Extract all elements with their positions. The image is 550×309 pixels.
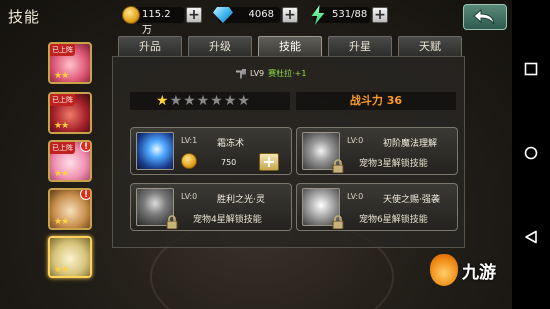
combat-power-value: 36 (386, 94, 403, 107)
fox-logo-icon (430, 254, 458, 286)
back-button[interactable] (463, 4, 507, 30)
pet-level: LV9 (250, 69, 265, 78)
skill-card-frost[interactable]: LV:1 霜冻术 750 + (130, 127, 292, 175)
pet-portrait-1[interactable]: 已上阵 ★★ (48, 42, 92, 84)
portrait-stars: ★★ (54, 121, 69, 131)
gems-counter: 4068 + (213, 6, 298, 24)
pet-portrait-2[interactable]: 已上阵 ★★ (48, 92, 92, 134)
alert-badge: ! (80, 142, 90, 152)
skill-level: LV:0 (181, 192, 198, 201)
tab-starup[interactable]: 升星 (328, 36, 392, 57)
skill-name: 初阶魔法理解 (383, 139, 438, 149)
add-stamina-button[interactable]: + (372, 7, 388, 23)
star-icon: ★ (156, 93, 169, 109)
magic-circle-skill-icon (302, 132, 344, 173)
star-icon: ★ (196, 93, 210, 109)
gold-coin-icon (181, 153, 197, 169)
top-bar: 技能 115.2万 + 4068 + 531/88 + (0, 0, 512, 36)
skill-unlock-requirement: 宠物4星解锁技能 (193, 215, 262, 225)
stamina-counter: 531/88 + (311, 5, 388, 25)
recent-apps-icon[interactable] (524, 62, 538, 76)
star-icon: ★ (169, 93, 183, 109)
skill-upgrade-cost: 750 (221, 158, 237, 167)
lock-icon (332, 215, 344, 229)
skill-card-victory-light[interactable]: LV:0 胜利之光·灵 宠物4星解锁技能 (130, 183, 292, 231)
watermark-text: 九游 (462, 262, 496, 283)
skill-card-angel-gift[interactable]: LV:0 天使之赐·强袭 宠物6星解锁技能 (296, 183, 458, 231)
pet-portrait-3[interactable]: 已上阵 ! ★★ (48, 140, 92, 182)
portrait-stars: ★★ (54, 169, 69, 179)
tab-talent[interactable]: 天赋 (398, 36, 462, 57)
gold-counter: 115.2万 + (122, 6, 202, 36)
tab-levelup[interactable]: 升级 (188, 36, 252, 57)
tab-skills[interactable]: 技能 (258, 36, 322, 57)
lock-icon (166, 215, 178, 229)
star-icon: ★ (237, 93, 250, 109)
skill-unlock-requirement: 宠物3星解锁技能 (359, 159, 428, 169)
star-icon: ★ (183, 93, 196, 109)
home-icon[interactable] (524, 146, 538, 160)
lock-icon (332, 159, 344, 173)
portrait-stars: ★★ (54, 217, 69, 227)
hammer-icon (236, 68, 246, 79)
pet-portrait-4[interactable]: ! ★★ (48, 188, 92, 230)
portrait-stars: ★★ (54, 265, 69, 275)
skill-upgrade-button[interactable]: + (259, 153, 279, 171)
skill-name: 霜冻术 (217, 139, 245, 149)
skill-level: LV:0 (347, 136, 364, 145)
skill-name: 天使之赐·强袭 (383, 195, 440, 205)
combat-power: 战斗力 36 (296, 92, 456, 110)
tab-quality[interactable]: 升品 (118, 36, 182, 57)
back-arrow-icon (473, 8, 495, 25)
add-gems-button[interactable]: + (282, 7, 298, 23)
skill-unlock-requirement: 宠物6星解锁技能 (359, 215, 428, 225)
add-gold-button[interactable]: + (186, 7, 202, 23)
deployed-tag: 已上阵 (50, 142, 75, 154)
pet-portrait-5-selected[interactable]: ★★ (48, 236, 92, 278)
gold-coin-icon (122, 6, 140, 24)
deployed-tag: 已上阵 (50, 44, 75, 56)
skill-card-magic-understanding[interactable]: LV:0 初阶魔法理解 宠物3星解锁技能 (296, 127, 458, 175)
star-icon: ★ (210, 93, 223, 109)
pet-name: 赛杜拉·+1 (268, 69, 307, 78)
star-rating: ★ ★ ★ ★ ★ ★ ★ (130, 92, 290, 110)
star-icon: ★ (223, 93, 237, 109)
warrior-skill-icon (136, 188, 178, 229)
frost-skill-icon (136, 132, 174, 170)
deployed-tag: 已上阵 (50, 94, 75, 106)
angel-skill-icon (302, 188, 344, 229)
combat-power-label: 战斗力 (349, 94, 383, 107)
page-title: 技能 (8, 8, 41, 26)
skill-name: 胜利之光·灵 (217, 195, 265, 205)
portrait-stars: ★★ (54, 71, 69, 81)
skill-level: LV:1 (181, 136, 198, 145)
alert-badge: ! (80, 190, 90, 200)
back-triangle-icon[interactable] (524, 230, 538, 244)
pet-level-line: LV9 赛杜拉·+1 (236, 68, 306, 79)
skill-level: LV:0 (347, 192, 364, 201)
system-nav-bar (512, 0, 550, 309)
watermark: 九游 (430, 250, 510, 290)
